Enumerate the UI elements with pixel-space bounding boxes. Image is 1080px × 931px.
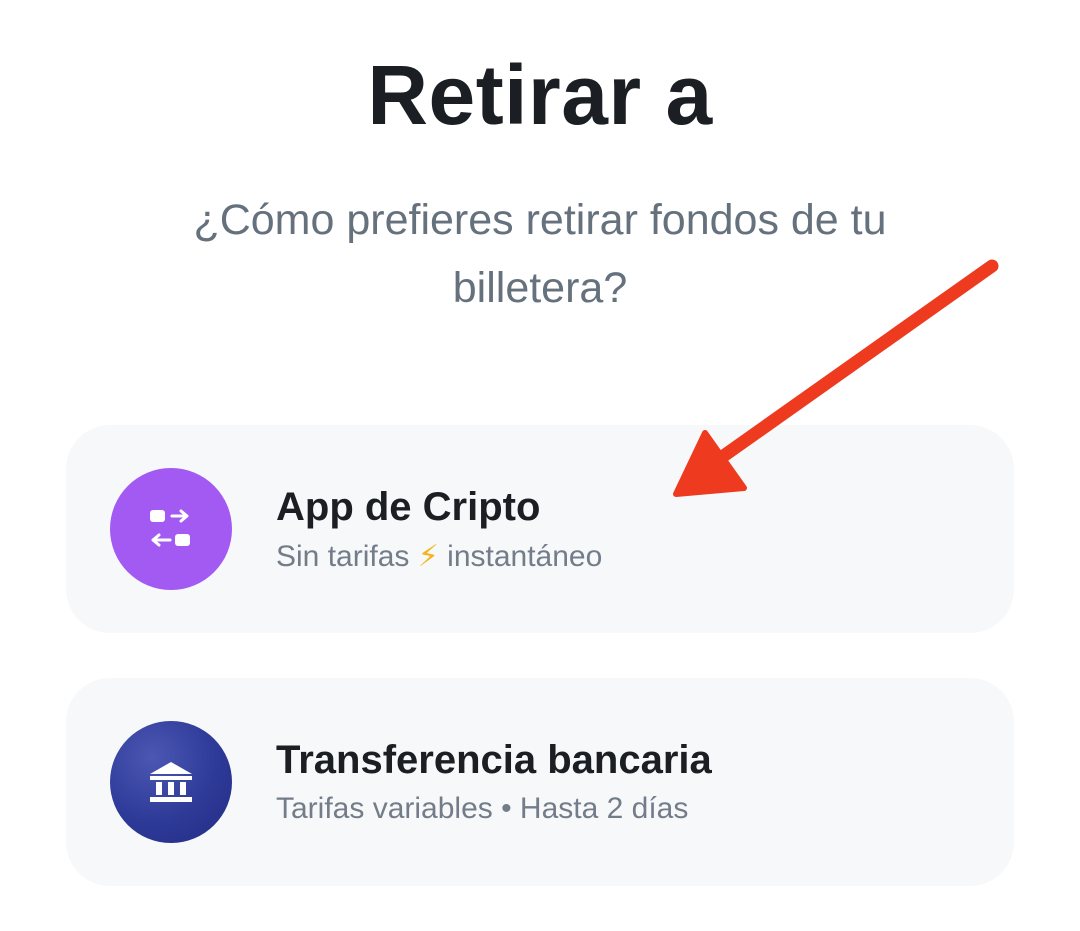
page-title: Retirar a [367, 48, 713, 142]
option-subtitle: Tarifas variables • Hasta 2 días [276, 792, 689, 825]
crypto-app-option[interactable]: App de Cripto Sin tarifas ⚡ instantáneo [66, 425, 1014, 633]
option-title: Transferencia bancaria [276, 738, 712, 782]
speed-text: instantáneo [447, 540, 603, 573]
transfer-icon [110, 468, 232, 590]
fee-text: Sin tarifas [276, 540, 410, 573]
lightning-icon: ⚡ [417, 540, 439, 573]
bank-icon [110, 721, 232, 843]
option-title: App de Cripto [276, 485, 541, 529]
option-subtitle: Sin tarifas ⚡ instantáneo [276, 539, 602, 574]
page-subtitle: ¿Cómo prefieres retirar fondos de tu bil… [193, 196, 887, 312]
bank-transfer-option[interactable]: Transferencia bancaria Tarifas variables… [66, 678, 1014, 886]
